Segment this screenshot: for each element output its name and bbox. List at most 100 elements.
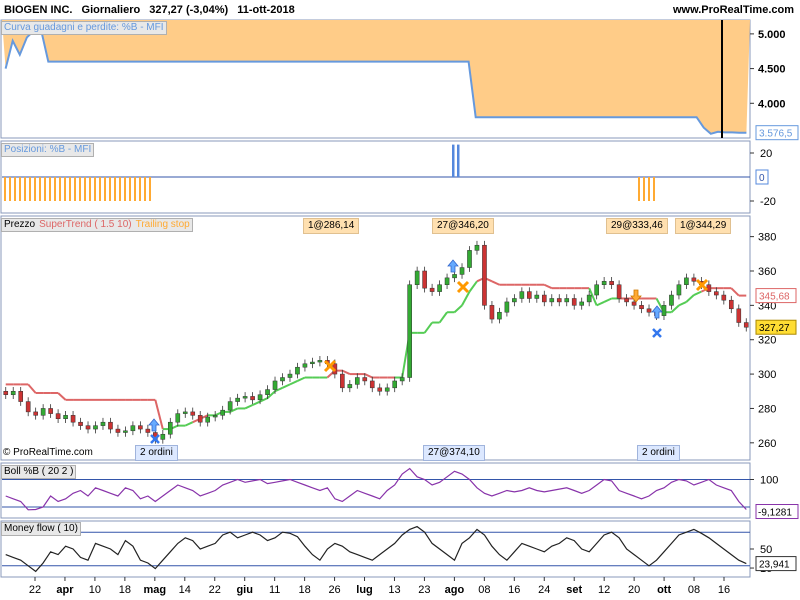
- candle-up: [684, 277, 689, 285]
- candle-up: [265, 389, 270, 395]
- candle-down: [362, 377, 368, 382]
- position-bar-long: [89, 177, 91, 201]
- position-bar-long: [39, 177, 41, 201]
- candle-up: [459, 267, 465, 275]
- candle-up: [594, 284, 599, 296]
- equity-title[interactable]: Curva guadagni e perdite: %B - MFI: [1, 21, 167, 35]
- candle-up: [205, 416, 211, 423]
- annotation-bottom-3: 2 ordini: [637, 445, 680, 461]
- x-tick-label: set: [566, 584, 582, 596]
- equity-last-label: 3.576,5: [759, 129, 793, 140]
- positions-title[interactable]: Posizioni: %B - MFI: [1, 143, 95, 157]
- candle-down: [55, 413, 61, 420]
- candle-up: [63, 415, 68, 420]
- candle-up: [354, 377, 360, 385]
- candle-up: [242, 396, 248, 399]
- candle-down: [33, 411, 38, 416]
- position-bar-long: [638, 177, 640, 201]
- candle-down: [743, 322, 749, 328]
- candle-down: [190, 411, 196, 416]
- equity-tick-label: 4.000: [758, 98, 786, 110]
- candle-up: [474, 244, 480, 251]
- boll-title[interactable]: Boll %B ( 20 2 ): [1, 465, 77, 479]
- positions-tick-label: 20: [760, 148, 772, 160]
- position-bar-long: [74, 177, 76, 201]
- position-bar-short: [452, 144, 455, 177]
- candle-down: [145, 428, 151, 433]
- candle-up: [564, 298, 570, 303]
- chart-root: BIOGEN INC. Giornaliero 327,27 (-3,04%) …: [0, 0, 800, 600]
- chart-svg[interactable]: 5.0004.5004.0003.576,520-200380360340320…: [0, 0, 800, 600]
- candle-down: [108, 421, 113, 430]
- candle-up: [40, 408, 46, 416]
- mfi-frame: [0, 520, 751, 578]
- candle-up: [160, 433, 166, 440]
- candle-down: [616, 284, 622, 299]
- candle-up: [519, 291, 525, 299]
- candle-up: [384, 387, 390, 392]
- position-bar-long: [4, 177, 6, 201]
- candle-up: [182, 411, 188, 414]
- x-tick-label: 10: [89, 584, 101, 596]
- candle-down: [78, 421, 83, 426]
- annotation-top-1: 1@286,14: [303, 218, 360, 234]
- positions-last-label: 0: [759, 173, 765, 184]
- candle-down: [489, 305, 495, 320]
- candle-up: [437, 284, 442, 292]
- annotation-top-4: 1@344,29: [675, 218, 732, 234]
- price-tick-label: 360: [758, 266, 776, 278]
- x-tick-label: apr: [56, 584, 74, 596]
- positions-tick-label: -20: [760, 196, 776, 208]
- x-tick-label: 16: [508, 584, 520, 596]
- candle-down: [624, 298, 629, 303]
- candle-down: [482, 244, 487, 306]
- position-bar-long: [139, 177, 141, 201]
- candle-up: [93, 425, 98, 430]
- candle-up: [167, 421, 173, 435]
- x-tick-label: 08: [688, 584, 700, 596]
- position-bar-long: [34, 177, 36, 201]
- mfi-title[interactable]: Money flow ( 10): [1, 522, 81, 536]
- position-bar-long: [84, 177, 86, 201]
- candle-up: [452, 274, 457, 279]
- x-tick-label: ott: [657, 584, 671, 596]
- candle-up: [407, 284, 412, 378]
- candle-up: [586, 294, 592, 303]
- mfi-tick-label: 50: [760, 544, 772, 556]
- candle-up: [302, 363, 308, 368]
- candle-down: [631, 301, 637, 306]
- candle-up: [504, 301, 510, 313]
- boll-frame: [0, 462, 751, 519]
- position-bar-long: [44, 177, 46, 201]
- x-tick-label: 18: [119, 584, 131, 596]
- candle-down: [706, 284, 712, 292]
- candle-up: [123, 430, 128, 433]
- position-bar-long: [24, 177, 26, 201]
- candle-down: [639, 305, 644, 310]
- candle-down: [714, 291, 719, 296]
- candle-up: [175, 413, 181, 423]
- candle-down: [527, 291, 532, 299]
- x-tick-label: 24: [538, 584, 550, 596]
- x-tick-label: 16: [718, 584, 730, 596]
- boll-tick-label: 100: [760, 475, 778, 487]
- candle-down: [18, 391, 24, 402]
- x-tick-label: 12: [598, 584, 610, 596]
- x-tick-label: 22: [209, 584, 221, 596]
- position-bar-long: [69, 177, 71, 201]
- price-title[interactable]: Prezzo SuperTrend ( 1.5 10) Trailing sto…: [1, 218, 193, 232]
- x-tick-label: 14: [179, 584, 191, 596]
- candle-up: [601, 281, 607, 285]
- x-tick-label: 13: [388, 584, 400, 596]
- candle-down: [556, 298, 562, 303]
- position-bar-long: [134, 177, 136, 201]
- x-tick-label: giu: [236, 584, 253, 596]
- candle-up: [295, 366, 300, 375]
- candle-down: [70, 415, 76, 423]
- candle-up: [287, 373, 293, 378]
- candle-up: [669, 294, 674, 306]
- candle-down: [197, 415, 203, 423]
- position-bar-long: [64, 177, 66, 201]
- trailing-title: Trailing stop: [135, 219, 190, 230]
- candle-up: [534, 294, 540, 299]
